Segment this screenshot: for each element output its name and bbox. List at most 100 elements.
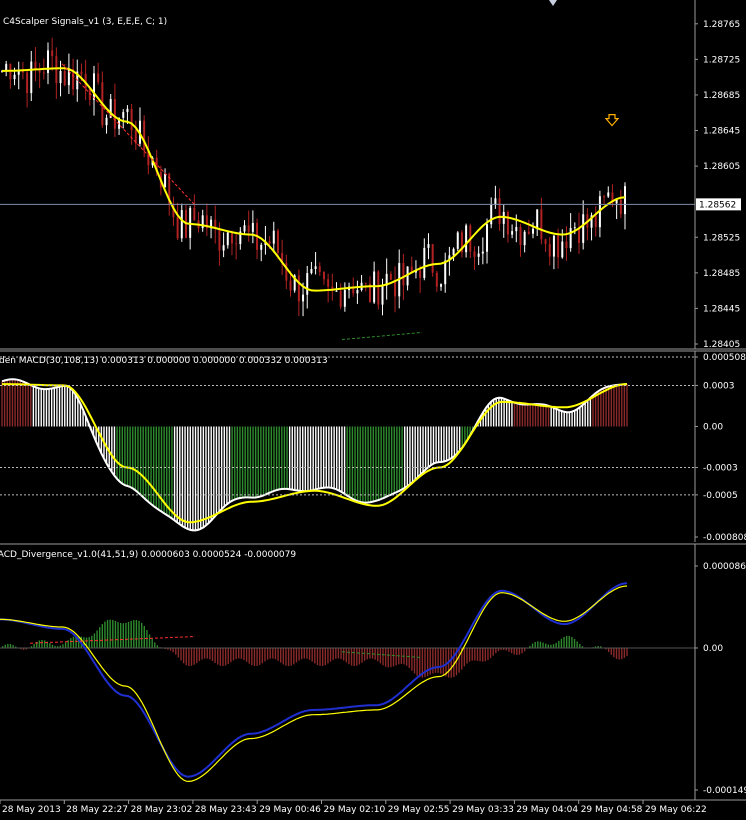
candle-body: [465, 225, 468, 253]
y-tick-label: 0.00: [703, 644, 723, 654]
main-pane-title: C4Scalper Signals_v1 (3, E,E,E, C; 1): [3, 17, 167, 27]
candle-body: [318, 266, 321, 272]
candle-body: [176, 217, 179, 239]
candle-body: [377, 271, 380, 305]
candle-body: [440, 284, 443, 287]
candle-body: [218, 228, 221, 251]
candle-body: [431, 244, 434, 273]
trend-line-red: [61, 63, 197, 207]
y-tick-label: 1.28685: [703, 91, 740, 101]
candle-body: [343, 290, 346, 307]
candle-body: [607, 192, 610, 197]
candle-body: [419, 270, 422, 278]
macd-divergence-pane[interactable]: [0, 582, 695, 783]
trend-line-green: [341, 331, 423, 341]
macd-signal-line: [2, 383, 628, 524]
x-tick-label: 29 May 02:55: [388, 805, 450, 815]
candle-body: [603, 196, 606, 198]
divergence-macd-line: [0, 582, 628, 778]
x-tick-label: 29 May 03:33: [452, 805, 514, 815]
candle-body: [222, 245, 225, 251]
candle-body: [444, 260, 447, 285]
candle-body: [561, 241, 564, 258]
candle-body: [364, 282, 367, 284]
candle-body: [143, 120, 146, 151]
candle-body: [164, 173, 167, 188]
x-tick-label: 28 May 2013: [2, 805, 61, 815]
x-tick-label: 29 May 00:46: [259, 805, 321, 815]
candle-body: [594, 215, 597, 228]
candle-body: [322, 271, 325, 280]
candle-body: [105, 117, 108, 126]
candle-body: [51, 50, 54, 57]
candle-body: [356, 290, 359, 294]
candle-body: [63, 70, 66, 86]
y-tick-label: 1.28645: [703, 127, 740, 137]
x-tick-label: 29 May 04:04: [516, 805, 578, 815]
axes-layer: 1.28765 1.28725 1.28685 1.28645 1.28605 1.285…: [0, 0, 746, 815]
y-tick-label: -0.000149: [703, 786, 746, 796]
divergence-pane-title: MACD_Divergence_v1.0(41,51,9) 0.0000603 …: [0, 550, 296, 560]
candle-body: [268, 241, 271, 244]
candle-body: [515, 226, 518, 232]
candle-body: [335, 290, 338, 292]
moving-average-line: [2, 67, 626, 292]
candle-body: [498, 198, 501, 224]
y-tick-label: 0.0003: [703, 381, 735, 391]
current-price-label: 1.28562: [699, 200, 736, 210]
candle-body: [402, 263, 405, 286]
candle-body: [327, 279, 330, 287]
candle-body: [519, 226, 522, 246]
candle-body: [243, 225, 246, 232]
candle-body: [97, 73, 100, 83]
main-price-pane[interactable]: [0, 0, 695, 341]
candle-body: [260, 244, 263, 250]
candle-body: [552, 235, 555, 257]
golden-macd-pane[interactable]: [0, 356, 695, 532]
candle-body: [226, 232, 229, 246]
candle-body: [381, 285, 384, 305]
candle-body: [130, 108, 133, 131]
candle-body: [523, 231, 526, 246]
candle-body: [193, 207, 196, 221]
candle-body: [302, 294, 305, 302]
candle-body: [59, 70, 62, 84]
candle-body: [619, 199, 622, 215]
down-arrow-icon: [604, 114, 620, 127]
x-tick-label: 28 May 23:02: [131, 805, 193, 815]
candle-body: [38, 70, 41, 73]
candle-body: [126, 108, 129, 113]
y-tick-label: 0.000086: [703, 562, 746, 572]
candle-body: [569, 228, 572, 249]
candle-body: [473, 251, 476, 257]
candle-body: [13, 74, 16, 80]
candle-body: [306, 273, 309, 295]
candle-body: [80, 71, 83, 74]
macd-pane-title: Golden MACD(30,108,13) 0.000313 0.000000…: [0, 356, 328, 366]
x-tick-label: 28 May 22:27: [66, 805, 128, 815]
candle-body: [540, 209, 543, 240]
candle-body: [548, 243, 551, 257]
candle-body: [55, 56, 58, 84]
y-tick-label: 0.000508: [703, 353, 746, 363]
candle-body: [247, 225, 250, 232]
candle-body: [92, 73, 95, 100]
candle-body: [557, 235, 560, 258]
y-tick-label: 1.28605: [703, 162, 740, 172]
x-tick-label: 29 May 02:10: [324, 805, 386, 815]
candle-body: [180, 210, 183, 239]
x-tick-label: 29 May 06:22: [645, 805, 707, 815]
chart-canvas[interactable]: 1.28765 1.28725 1.28685 1.28645 1.28605 1.285…: [0, 0, 746, 820]
y-tick-label: 0.00: [703, 422, 723, 432]
y-tick-label: -0.000808: [703, 533, 746, 543]
candle-body: [310, 268, 313, 274]
candle-body: [235, 243, 238, 245]
candle-body: [423, 247, 426, 278]
candle-body: [230, 232, 233, 244]
y-tick-label: 1.28725: [703, 55, 740, 65]
y-tick-label: 1.28405: [703, 340, 740, 350]
candle-body: [297, 275, 300, 302]
divergence-signal-line: [0, 585, 628, 783]
candle-body: [573, 227, 576, 229]
scroll-marker-icon: [549, 0, 557, 6]
